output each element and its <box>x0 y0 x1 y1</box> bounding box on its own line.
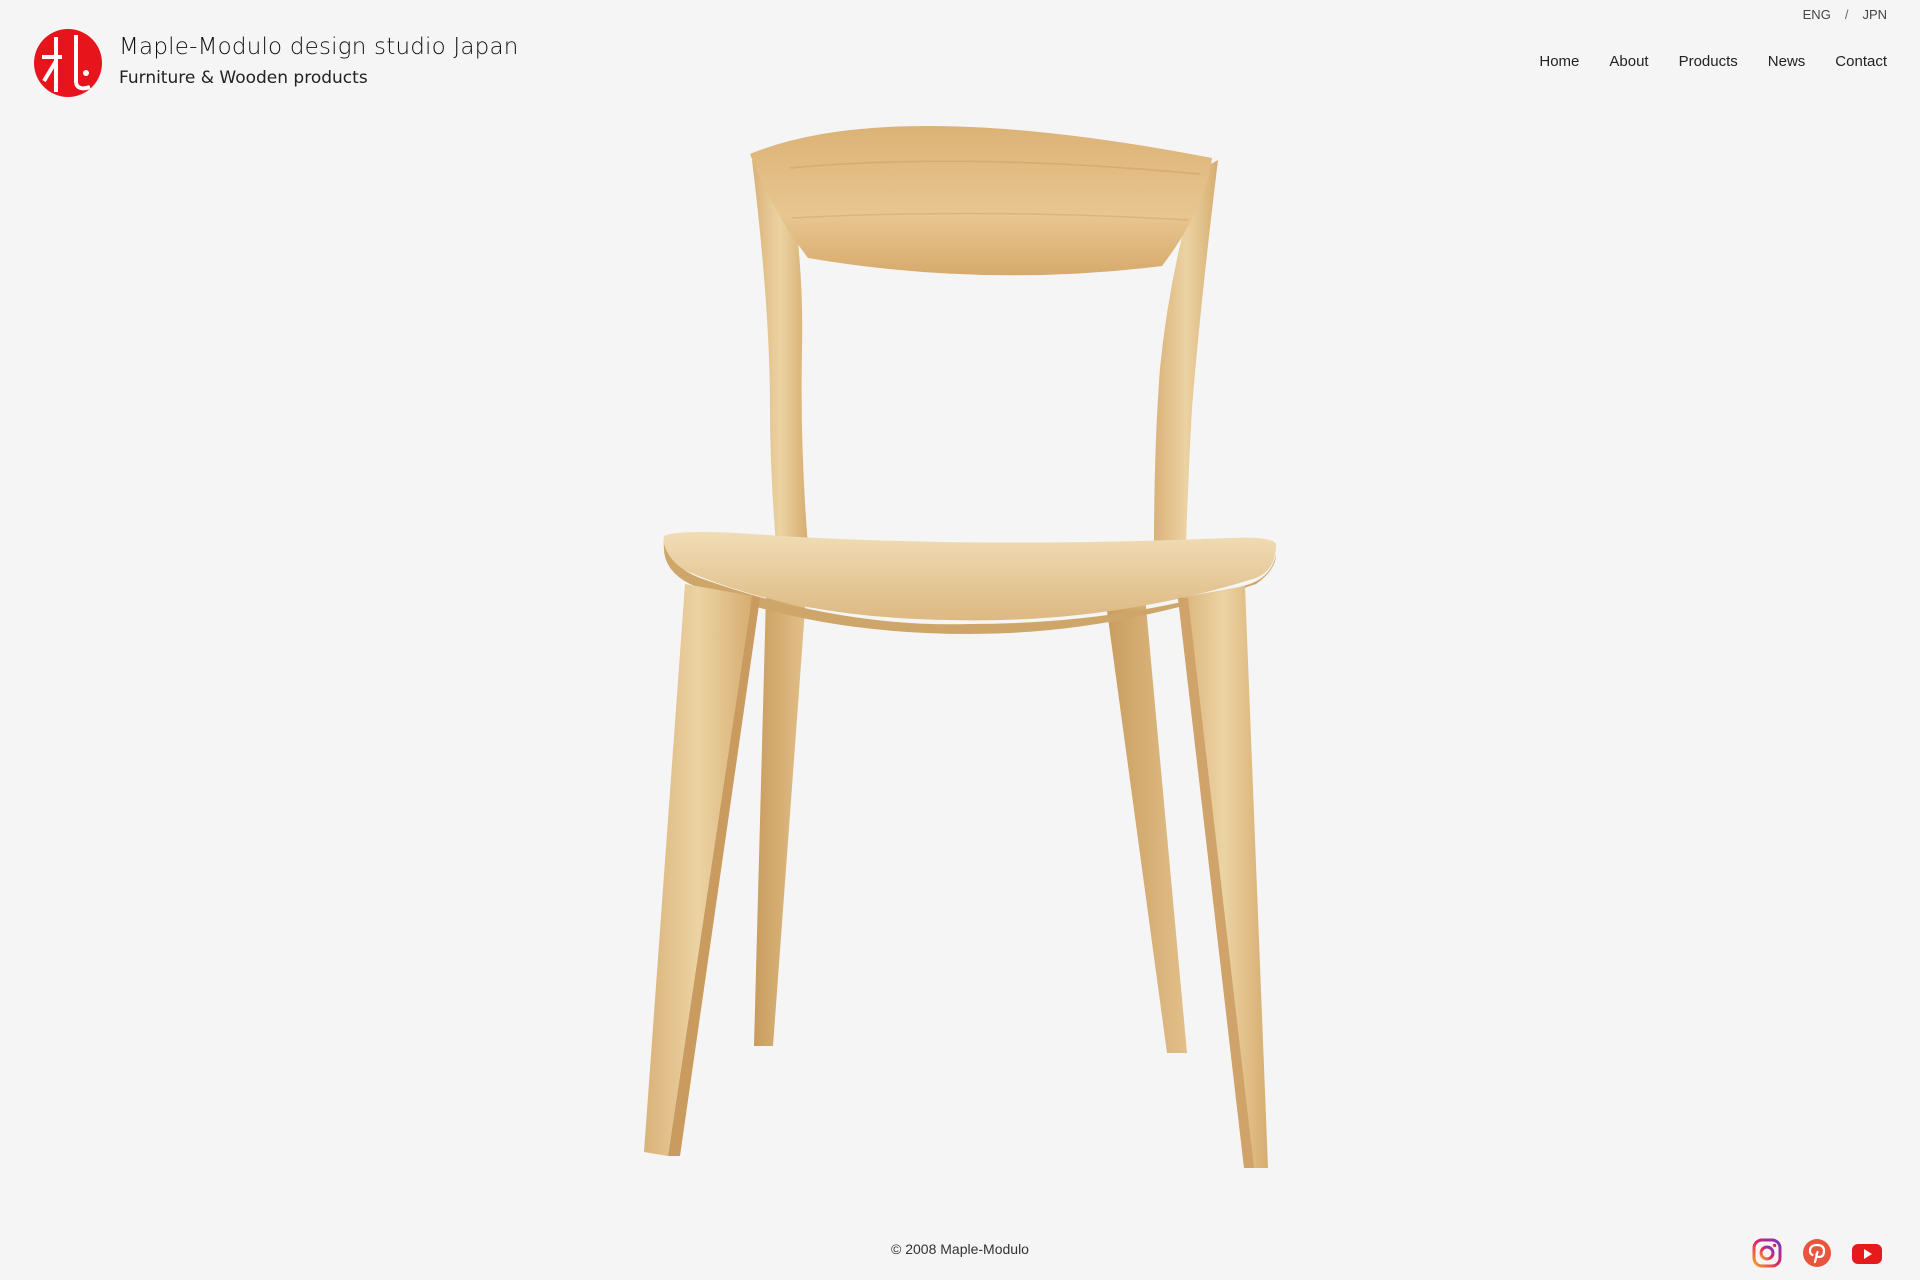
main-nav: Home About Products News Contact <box>1539 53 1887 70</box>
nav-about[interactable]: About <box>1609 53 1648 70</box>
copyright-text: © 2008 Maple-Modulo <box>891 1241 1029 1257</box>
instagram-icon[interactable] <box>1752 1238 1782 1268</box>
brand-subtitle: Furniture & Wooden products <box>119 68 368 88</box>
nav-news[interactable]: News <box>1768 53 1806 70</box>
lang-separator: / <box>1844 7 1849 22</box>
wooden-chair-illustration <box>644 125 1276 1168</box>
youtube-icon[interactable] <box>1852 1238 1882 1268</box>
footer-copyright: © 2008 Maple-Modulo <box>0 1241 1920 1257</box>
nav-contact[interactable]: Contact <box>1835 53 1887 70</box>
brand-logo[interactable] <box>34 29 102 97</box>
lang-eng-link[interactable]: ENG <box>1803 7 1831 22</box>
hero-chair-image <box>640 108 1280 1178</box>
social-links <box>1752 1238 1882 1268</box>
pinterest-icon[interactable] <box>1802 1238 1832 1268</box>
nav-products[interactable]: Products <box>1679 53 1738 70</box>
nav-home[interactable]: Home <box>1539 53 1579 70</box>
lang-jpn-link[interactable]: JPN <box>1862 7 1887 22</box>
brand-title[interactable]: Maple-Modulo design studio Japan <box>119 34 519 60</box>
language-switcher: ENG / JPN <box>1803 7 1887 22</box>
